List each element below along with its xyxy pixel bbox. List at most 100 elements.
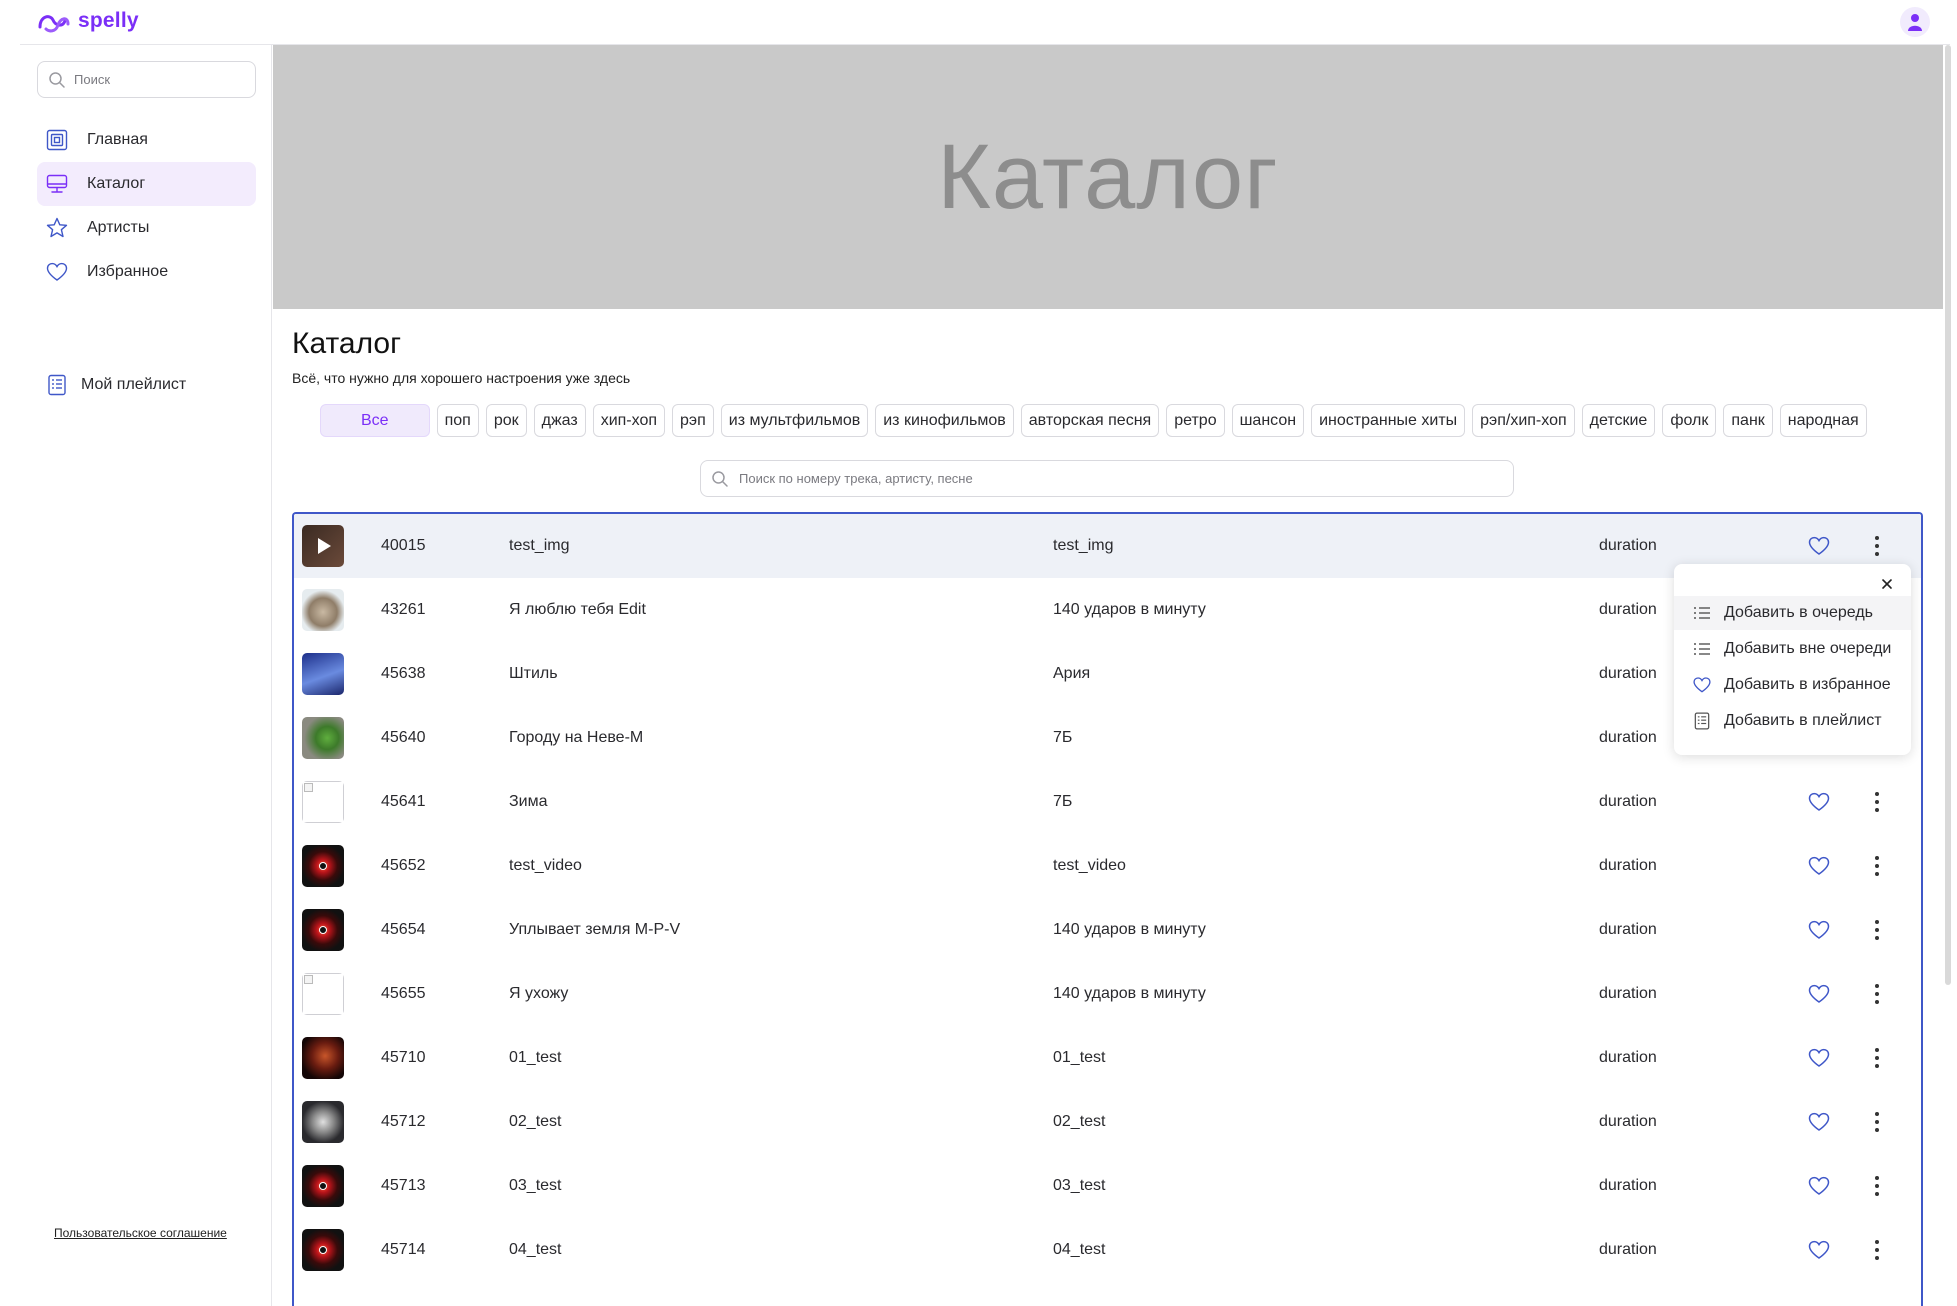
- close-icon[interactable]: [1879, 576, 1895, 592]
- genre-chip[interactable]: поп: [436, 404, 479, 437]
- track-artist[interactable]: 04_test: [1053, 1241, 1105, 1259]
- heart-icon[interactable]: [1807, 534, 1831, 558]
- more-options-icon[interactable]: [1865, 1238, 1889, 1262]
- track-search[interactable]: [700, 460, 1514, 497]
- menu-add-to-playlist[interactable]: Добавить в плейлист: [1674, 704, 1911, 738]
- track-title: 02_test: [509, 1113, 562, 1130]
- scrollbar[interactable]: [1945, 45, 1951, 985]
- track-row[interactable]: 45712 02_test 02_test duration: [294, 1090, 1921, 1154]
- track-cover[interactable]: [302, 781, 344, 823]
- track-artist[interactable]: 01_test: [1053, 1049, 1105, 1067]
- terms-link[interactable]: Пользовательское соглашение: [54, 1226, 227, 1240]
- heart-icon[interactable]: [1807, 854, 1831, 878]
- track-artist[interactable]: 03_test: [1053, 1177, 1105, 1195]
- user-profile-button[interactable]: [1900, 7, 1930, 37]
- track-artist[interactable]: test_video: [1053, 857, 1126, 875]
- logo-text: spelly: [78, 9, 139, 32]
- track-artist[interactable]: test_img: [1053, 537, 1113, 555]
- heart-icon[interactable]: [1807, 1238, 1831, 1262]
- genre-chip[interactable]: рок: [485, 404, 527, 437]
- genre-chip[interactable]: ретро: [1166, 404, 1225, 437]
- sidebar-item-catalog[interactable]: Каталог: [37, 162, 256, 206]
- menu-add-to-favorites[interactable]: Добавить в избранное: [1674, 668, 1911, 702]
- track-cover[interactable]: [302, 845, 344, 887]
- track-cover[interactable]: [302, 653, 344, 695]
- track-cover[interactable]: [302, 589, 344, 631]
- track-artist[interactable]: 02_test: [1053, 1113, 1105, 1131]
- menu-add-next[interactable]: Добавить вне очереди: [1674, 632, 1911, 666]
- genre-chip[interactable]: народная: [1779, 404, 1867, 437]
- track-cover[interactable]: [302, 1229, 344, 1271]
- sidebar-item-label: Главная: [87, 131, 148, 148]
- more-options-icon[interactable]: [1865, 854, 1889, 878]
- page-subtitle: Всё, что нужно для хорошего настроения у…: [292, 370, 631, 386]
- track-cover[interactable]: [302, 1037, 344, 1079]
- sidebar-item-artists[interactable]: Артисты: [37, 206, 256, 250]
- track-cover[interactable]: [302, 1101, 344, 1143]
- genre-chip[interactable]: детские: [1581, 404, 1656, 437]
- track-artist[interactable]: 140 ударов в минуту: [1053, 985, 1206, 1003]
- sidebar-item-home[interactable]: Главная: [37, 118, 256, 162]
- heart-icon[interactable]: [1807, 918, 1831, 942]
- more-options-icon[interactable]: [1865, 982, 1889, 1006]
- sidebar-search-input[interactable]: [74, 72, 244, 87]
- track-title: Я люблю тебя Edit: [509, 601, 646, 618]
- genre-chip[interactable]: из кинофильмов: [875, 404, 1014, 437]
- sidebar-item-favorites[interactable]: Избранное: [37, 250, 256, 294]
- genre-chip[interactable]: авторская песня: [1020, 404, 1160, 437]
- track-duration: duration: [1599, 729, 1657, 746]
- sidebar-item-my-playlist[interactable]: Мой плейлист: [37, 363, 256, 407]
- track-row[interactable]: 45652 test_video test_video duration: [294, 834, 1921, 898]
- more-options-icon[interactable]: [1865, 790, 1889, 814]
- track-duration: duration: [1599, 537, 1657, 554]
- more-options-icon[interactable]: [1865, 1110, 1889, 1134]
- track-artist[interactable]: 140 ударов в минуту: [1053, 601, 1206, 619]
- more-options-icon[interactable]: [1865, 1174, 1889, 1198]
- more-options-icon[interactable]: [1865, 1046, 1889, 1070]
- track-cover[interactable]: [302, 717, 344, 759]
- track-artist[interactable]: 7Б: [1053, 729, 1072, 747]
- track-row[interactable]: 45654 Уплывает земля M-P-V 140 ударов в ми…: [294, 898, 1921, 962]
- genre-chip[interactable]: из мультфильмов: [720, 404, 869, 437]
- menu-item-label: Добавить в очередь: [1724, 604, 1873, 621]
- track-row[interactable]: 45710 01_test 01_test duration: [294, 1026, 1921, 1090]
- heart-icon[interactable]: [1807, 1046, 1831, 1070]
- logo[interactable]: spelly: [36, 8, 139, 34]
- star-icon: [45, 216, 69, 240]
- genre-chip[interactable]: хип-хоп: [592, 404, 666, 437]
- track-cover[interactable]: [302, 909, 344, 951]
- track-cover[interactable]: [302, 973, 344, 1015]
- heart-icon[interactable]: [1807, 1110, 1831, 1134]
- genre-chip[interactable]: фолк: [1662, 404, 1717, 437]
- more-options-icon[interactable]: [1865, 918, 1889, 942]
- genre-chip[interactable]: иностранные хиты: [1311, 404, 1466, 437]
- track-title: test_video: [509, 857, 582, 874]
- track-row[interactable]: 45713 03_test 03_test duration: [294, 1154, 1921, 1218]
- track-row[interactable]: 45655 Я ухожу 140 ударов в минуту duration: [294, 962, 1921, 1026]
- genre-chip[interactable]: джаз: [533, 404, 586, 437]
- track-artist[interactable]: Ария: [1053, 665, 1090, 683]
- list-icon: [1694, 643, 1710, 655]
- heart-icon[interactable]: [1807, 982, 1831, 1006]
- genre-chip[interactable]: Все: [320, 404, 430, 437]
- genre-chip[interactable]: рэп: [672, 404, 714, 437]
- heart-icon[interactable]: [1807, 790, 1831, 814]
- track-id: 45641: [381, 793, 426, 810]
- track-artist[interactable]: 7Б: [1053, 793, 1072, 811]
- heart-icon[interactable]: [1807, 1174, 1831, 1198]
- sidebar-search[interactable]: [37, 61, 256, 98]
- track-cover[interactable]: [302, 1165, 344, 1207]
- genre-chip[interactable]: рэп/хип-хоп: [1472, 404, 1575, 437]
- track-id: 45712: [381, 1113, 426, 1130]
- track-artist[interactable]: 140 ударов в минуту: [1053, 921, 1206, 939]
- track-search-input[interactable]: [739, 471, 1499, 486]
- genre-chip[interactable]: панк: [1723, 404, 1773, 437]
- more-options-icon[interactable]: [1865, 534, 1889, 558]
- genre-chip[interactable]: шансон: [1231, 404, 1305, 437]
- track-title: Я ухожу: [509, 985, 569, 1002]
- track-row[interactable]: 45714 04_test 04_test duration: [294, 1218, 1921, 1282]
- track-duration: duration: [1599, 1113, 1657, 1130]
- track-row[interactable]: 45641 Зима 7Б duration: [294, 770, 1921, 834]
- track-cover[interactable]: [302, 525, 344, 567]
- menu-add-to-queue[interactable]: Добавить в очередь: [1674, 596, 1911, 630]
